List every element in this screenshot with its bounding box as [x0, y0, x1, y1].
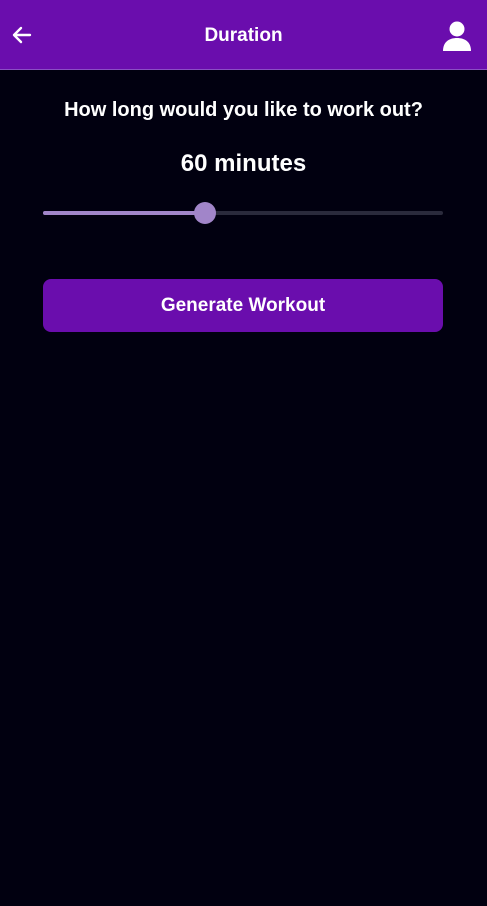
duration-slider[interactable]: [43, 200, 443, 226]
duration-value-label: 60 minutes: [180, 150, 307, 177]
top-app-bar: Duration: [0, 0, 487, 70]
slider-fill: [43, 211, 205, 215]
generate-workout-button[interactable]: Generate Workout: [43, 279, 443, 332]
page-title: Duration: [204, 25, 283, 46]
duration-question: How long would you like to work out?: [64, 99, 423, 121]
app-screen: Duration How long would you like to work…: [0, 0, 487, 906]
profile-button[interactable]: [441, 20, 473, 52]
user-icon: [443, 21, 471, 51]
slider-thumb[interactable]: [194, 202, 216, 224]
